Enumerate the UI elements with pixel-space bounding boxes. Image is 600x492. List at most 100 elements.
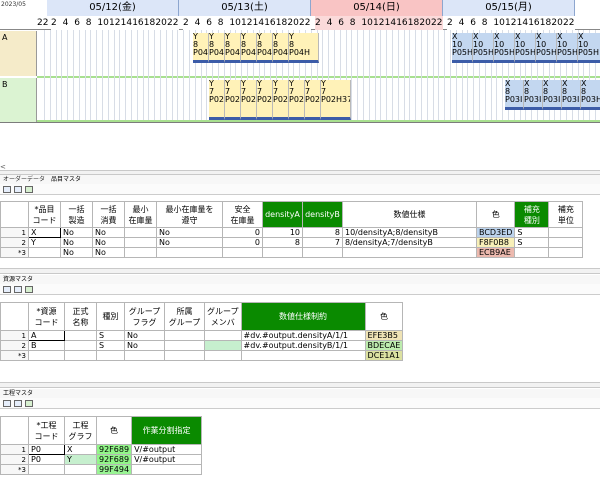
kind-cell[interactable]: S bbox=[96, 340, 125, 351]
table-row[interactable]: *3 99F494 bbox=[0, 464, 203, 475]
formal-name-cell[interactable] bbox=[64, 330, 97, 341]
col-header-numeric-spec[interactable]: 数値仕様 bbox=[342, 201, 477, 228]
export-icon[interactable] bbox=[3, 400, 11, 407]
resource-code-cell[interactable] bbox=[28, 350, 65, 361]
densitya-cell[interactable] bbox=[262, 247, 303, 258]
process-graph-cell[interactable] bbox=[64, 464, 97, 475]
batch-consume-cell[interactable]: No bbox=[92, 247, 125, 258]
col-header-work-split[interactable]: 作業分割指定 bbox=[131, 416, 203, 445]
gantt-task-bar[interactable]: X 8 P03I bbox=[562, 80, 581, 110]
batch-make-cell[interactable]: No bbox=[60, 227, 93, 238]
gantt-task-bar[interactable]: X 8 P03I bbox=[543, 80, 562, 110]
safe-stock-cell[interactable]: 0 bbox=[222, 237, 263, 248]
replenish-kind-cell[interactable] bbox=[514, 247, 550, 258]
gantt-task-bar[interactable]: Y 7 P02 bbox=[305, 80, 321, 120]
gantt-task-bar[interactable]: X 10 P05H bbox=[452, 33, 473, 63]
col-header-group-flag[interactable]: グループ フラグ bbox=[124, 302, 165, 331]
keep-min-stock-cell[interactable]: No bbox=[156, 237, 223, 248]
min-stock-cell[interactable] bbox=[124, 227, 157, 238]
col-header-spec-constraint[interactable]: 数値仕様制約 bbox=[240, 302, 366, 331]
gantt-task-bar[interactable]: Y 7 P02 bbox=[257, 80, 273, 120]
col-header-densitya[interactable]: densityA bbox=[262, 201, 303, 228]
col-header-group-member[interactable]: グループ メンバ bbox=[204, 302, 242, 331]
col-header-resource-code[interactable]: *資源 コード bbox=[28, 302, 65, 331]
keep-min-stock-cell[interactable] bbox=[156, 247, 223, 258]
gantt-task-bar[interactable]: Y 8 P04H bbox=[273, 33, 289, 63]
parent-group-cell[interactable] bbox=[164, 330, 205, 341]
table-row[interactable]: 2 B S No #dv.#output.densityB/1/1 BDECAE bbox=[0, 340, 404, 351]
resource-code-cell[interactable]: A bbox=[28, 330, 65, 341]
color-cell[interactable]: 92F689 bbox=[95, 444, 133, 455]
gantt-task-bar[interactable]: X 8 P03H bbox=[581, 80, 600, 110]
col-header-parent-group[interactable]: 所属 グループ bbox=[164, 302, 205, 331]
work-split-cell[interactable]: V/#output bbox=[131, 444, 203, 455]
kind-cell[interactable]: S bbox=[96, 330, 125, 341]
import-icon[interactable] bbox=[14, 186, 22, 193]
replenish-unit-cell[interactable] bbox=[548, 247, 584, 258]
color-cell[interactable]: BCD3ED bbox=[475, 227, 516, 238]
settings-icon[interactable] bbox=[25, 400, 33, 407]
item-code-cell[interactable] bbox=[28, 247, 61, 258]
safe-stock-cell[interactable]: 0 bbox=[222, 227, 263, 238]
process-graph-cell[interactable]: X bbox=[64, 444, 97, 455]
process-code-cell[interactable] bbox=[28, 464, 65, 475]
densityb-cell[interactable] bbox=[302, 247, 343, 258]
densityb-cell[interactable]: 8 bbox=[302, 227, 343, 238]
numeric-spec-cell[interactable] bbox=[342, 247, 477, 258]
table-row[interactable]: *3 DCE1A1 bbox=[0, 350, 404, 361]
col-header-batch-consume[interactable]: 一括 消費 bbox=[92, 201, 125, 228]
col-header-keep-min-stock[interactable]: 最小在庫量を 遵守 bbox=[156, 201, 223, 228]
col-header-replenish-unit[interactable]: 補充 単位 bbox=[548, 201, 584, 228]
group-flag-cell[interactable] bbox=[124, 350, 165, 361]
group-flag-cell[interactable]: No bbox=[124, 330, 165, 341]
gantt-task-bar[interactable]: X 8 P03I bbox=[505, 80, 524, 110]
batch-consume-cell[interactable]: No bbox=[92, 227, 125, 238]
table-row[interactable]: 1 P0 X 92F689 V/#output bbox=[0, 444, 203, 455]
replenish-unit-cell[interactable] bbox=[548, 237, 584, 248]
color-cell[interactable]: EFE3B5 bbox=[364, 330, 404, 341]
min-stock-cell[interactable] bbox=[124, 237, 157, 248]
densityb-cell[interactable]: 7 bbox=[302, 237, 343, 248]
gantt-task-bar[interactable]: Y 7 P02 bbox=[289, 80, 305, 120]
process-graph-cell[interactable]: Y bbox=[64, 454, 97, 465]
gantt-task-bar[interactable]: X 10 P05H bbox=[515, 33, 536, 63]
numeric-spec-cell[interactable]: 10/densityA;8/densityB bbox=[342, 227, 477, 238]
batch-make-cell[interactable]: No bbox=[60, 247, 93, 258]
spec-constraint-cell[interactable]: #dv.#output.densityB/1/1 bbox=[240, 340, 366, 351]
tab-order-data[interactable]: オーダーデータ bbox=[0, 175, 48, 184]
col-header-process-graph[interactable]: 工程 グラフ bbox=[64, 416, 97, 445]
group-member-cell[interactable] bbox=[204, 330, 242, 341]
gantt-task-bar[interactable]: X 10 P05H bbox=[473, 33, 494, 63]
replenish-kind-cell[interactable]: S bbox=[514, 227, 550, 238]
item-code-cell[interactable]: X bbox=[28, 227, 61, 238]
col-header-batch-make[interactable]: 一括 製造 bbox=[60, 201, 93, 228]
parent-group-cell[interactable] bbox=[164, 350, 205, 361]
table-row[interactable]: 1 X No No No 0 10 8 10/densityA;8/densityB BCD3ED… bbox=[0, 227, 584, 238]
min-stock-cell[interactable] bbox=[124, 247, 157, 258]
import-icon[interactable] bbox=[14, 400, 22, 407]
col-header-min-stock[interactable]: 最小 在庫量 bbox=[124, 201, 157, 228]
resource-code-cell[interactable]: B bbox=[28, 340, 65, 351]
densitya-cell[interactable]: 8 bbox=[262, 237, 303, 248]
gantt-task-bar[interactable]: Y 8 P04H bbox=[257, 33, 273, 63]
col-header-item-code[interactable]: *品目 コード bbox=[28, 201, 61, 228]
process-code-cell[interactable]: P0 bbox=[28, 444, 65, 455]
process-code-cell[interactable]: P0 bbox=[28, 454, 65, 465]
gantt-task-bar[interactable]: Y 8 P04H bbox=[289, 33, 319, 63]
work-split-cell[interactable] bbox=[131, 464, 203, 475]
settings-icon[interactable] bbox=[25, 286, 33, 293]
spec-constraint-cell[interactable] bbox=[240, 350, 366, 361]
gantt-task-bar[interactable]: Y 7 P02 bbox=[241, 80, 257, 120]
table-row[interactable]: 1 A S No #dv.#output.densityA/1/1 EFE3B5 bbox=[0, 330, 404, 341]
numeric-spec-cell[interactable]: 8/densityA;7/densityB bbox=[342, 237, 477, 248]
col-header-color[interactable]: 色 bbox=[95, 416, 133, 445]
col-header-densityb[interactable]: densityB bbox=[302, 201, 343, 228]
gantt-task-bar[interactable]: Y 8 P04H bbox=[225, 33, 241, 63]
col-header-kind[interactable]: 種別 bbox=[96, 302, 125, 331]
gantt-task-bar[interactable]: Y 8 P04H bbox=[241, 33, 257, 63]
keep-min-stock-cell[interactable]: No bbox=[156, 227, 223, 238]
panel-splitter[interactable] bbox=[0, 268, 600, 274]
gantt-task-bar[interactable]: Y 8 P04H bbox=[193, 33, 209, 63]
batch-make-cell[interactable]: No bbox=[60, 237, 93, 248]
col-header-safe-stock[interactable]: 安全 在庫量 bbox=[222, 201, 263, 228]
